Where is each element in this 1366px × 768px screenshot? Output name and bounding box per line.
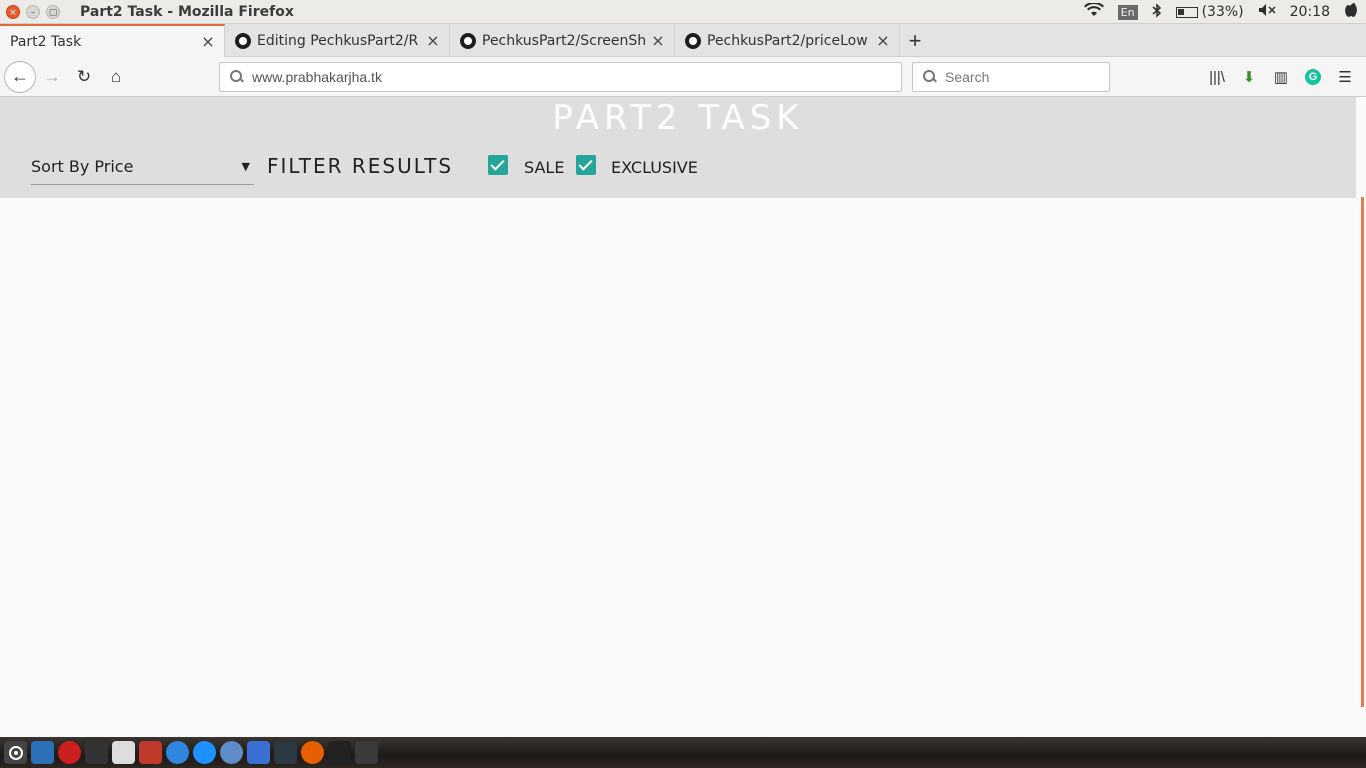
page-title: PART2 TASK <box>552 98 804 138</box>
tab-part2-task[interactable]: Part2 Task × <box>0 24 225 57</box>
bluetooth-icon[interactable] <box>1152 2 1162 22</box>
opera-icon[interactable] <box>58 741 81 764</box>
toolbar-icons: |||\ ⬇ ▥ G ☰ <box>1206 57 1366 97</box>
tab-label: Part2 Task <box>10 33 82 50</box>
tab-pechkuspart2-screenshots[interactable]: PechkusPart2/ScreenSh × <box>450 24 675 57</box>
wifi-icon[interactable] <box>1083 1 1104 21</box>
sale-checkbox-label[interactable]: SALE <box>524 158 564 177</box>
clock[interactable]: 20:18 <box>1290 4 1330 20</box>
tab-pechkuspart2-pricelow[interactable]: PechkusPart2/priceLow × <box>675 24 900 57</box>
scrollbar-thumb[interactable] <box>1361 197 1364 707</box>
tab-strip: Part2 Task × Editing PechkusPart2/R × Pe… <box>0 24 1366 57</box>
window-title: Part2 Task - Mozilla Firefox <box>80 3 294 20</box>
monitor-icon[interactable] <box>274 741 297 764</box>
sort-select-value: Sort By Price <box>31 157 134 176</box>
tab-label: PechkusPart2/ScreenSh <box>482 32 647 49</box>
tools-icon[interactable] <box>355 741 378 764</box>
system-tray: En (33%) 20:18 <box>1083 0 1358 24</box>
close-tab-icon[interactable]: × <box>875 31 891 50</box>
home-button[interactable]: ⌂ <box>100 61 132 93</box>
console-icon[interactable] <box>328 741 351 764</box>
window-maximize-button[interactable]: ▢ <box>46 4 60 19</box>
back-button[interactable]: ← <box>4 60 36 93</box>
navigation-toolbar: ← → ↻ ⌂ www.prabhakarjha.tk Search |||\ … <box>0 57 1366 97</box>
github-icon <box>685 32 701 49</box>
firefox-icon[interactable] <box>301 741 324 764</box>
tab-label: Editing PechkusPart2/R <box>257 32 419 49</box>
app-store-icon[interactable] <box>166 741 189 764</box>
url-bar[interactable]: www.prabhakarjha.tk <box>219 62 902 92</box>
window-close-button[interactable]: × <box>6 4 20 19</box>
browser-icon[interactable] <box>193 741 216 764</box>
window-titlebar: × – ▢ Part2 Task - Mozilla Firefox En (3… <box>0 0 1366 24</box>
battery-percent: (33%) <box>1201 4 1244 20</box>
forward-button[interactable]: → <box>36 61 68 93</box>
close-tab-icon[interactable]: × <box>425 31 441 50</box>
launcher-dock <box>0 737 1366 768</box>
url-text[interactable]: www.prabhakarjha.tk <box>252 69 382 85</box>
search-placeholder[interactable]: Search <box>945 69 989 85</box>
menu-icon[interactable]: ☰ <box>1334 66 1356 88</box>
window-controls: × – ▢ <box>6 4 60 19</box>
page-content: PART2 TASK Sort By Price ▼ FILTER RESULT… <box>0 97 1356 737</box>
window-minimize-button[interactable]: – <box>26 4 40 19</box>
video-icon[interactable] <box>139 741 162 764</box>
close-tab-icon[interactable]: × <box>200 32 216 51</box>
text-editor-icon[interactable] <box>112 741 135 764</box>
files-icon[interactable] <box>31 741 54 764</box>
github-icon <box>460 32 476 49</box>
grammarly-extension[interactable]: G <box>1302 66 1324 88</box>
download-icon[interactable]: ⬇ <box>1238 66 1260 88</box>
terminal-icon[interactable] <box>85 741 108 764</box>
power-icon[interactable] <box>1344 2 1358 22</box>
close-tab-icon[interactable]: × <box>650 31 666 50</box>
exclusive-checkbox[interactable] <box>576 155 596 175</box>
github-icon <box>235 32 251 49</box>
page-header: PART2 TASK Sort By Price ▼ FILTER RESULT… <box>0 97 1356 198</box>
search-icon <box>230 70 244 84</box>
tab-editing-pechkuspart2[interactable]: Editing PechkusPart2/R × <box>225 24 450 57</box>
dropdown-caret-icon: ▼ <box>241 160 250 173</box>
exclusive-checkbox-label[interactable]: EXCLUSIVE <box>611 158 698 177</box>
search-bar[interactable]: Search <box>912 62 1110 92</box>
settings-icon[interactable] <box>220 741 243 764</box>
reload-button[interactable]: ↻ <box>68 61 100 93</box>
library-icon[interactable]: |||\ <box>1206 66 1228 88</box>
new-tab-button[interactable]: + <box>900 24 930 57</box>
search-icon <box>923 70 937 84</box>
keyboard-language-indicator[interactable]: En <box>1117 4 1138 20</box>
sidebar-icon[interactable]: ▥ <box>1270 66 1292 88</box>
tab-label: PechkusPart2/priceLow <box>707 32 868 49</box>
office-icon[interactable] <box>247 741 270 764</box>
sort-by-price-select[interactable]: Sort By Price ▼ <box>31 149 254 185</box>
battery-indicator[interactable]: (33%) <box>1175 4 1244 20</box>
sale-checkbox[interactable] <box>488 155 508 175</box>
grammarly-icon: G <box>1305 69 1321 85</box>
ubuntu-icon[interactable] <box>4 741 27 764</box>
filter-results-label: FILTER RESULTS <box>267 154 454 178</box>
page-scrollbar[interactable] <box>1356 97 1366 737</box>
sound-muted-icon[interactable] <box>1258 3 1276 21</box>
battery-icon <box>1175 6 1198 18</box>
